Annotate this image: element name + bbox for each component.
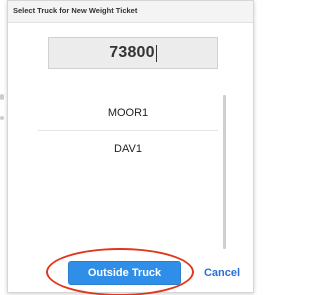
background-mark bbox=[0, 116, 4, 120]
cancel-button[interactable]: Cancel bbox=[194, 261, 250, 285]
dialog-title-bar: Select Truck for New Weight Ticket bbox=[8, 1, 253, 23]
truck-list-item[interactable]: MOOR1 bbox=[38, 95, 218, 131]
background-mark bbox=[0, 94, 4, 100]
truck-list: MOOR1 DAV1 bbox=[38, 95, 218, 249]
text-caret bbox=[155, 44, 157, 62]
highlight-oval-annotation bbox=[46, 248, 194, 295]
select-truck-dialog: Select Truck for New Weight Ticket 73800… bbox=[7, 0, 254, 295]
truck-list-item-label: DAV1 bbox=[114, 143, 142, 155]
dialog-title: Select Truck for New Weight Ticket bbox=[13, 6, 138, 15]
page: Select Truck for New Weight Ticket 73800… bbox=[0, 0, 257, 295]
truck-number-value: 73800 bbox=[109, 44, 155, 61]
truck-list-item[interactable]: DAV1 bbox=[38, 131, 218, 167]
truck-list-scrollbar[interactable] bbox=[223, 95, 226, 249]
truck-number-input[interactable]: 73800 bbox=[48, 37, 218, 69]
truck-list-item-label: MOOR1 bbox=[107, 106, 149, 119]
scrollbar-thumb[interactable] bbox=[223, 95, 226, 249]
